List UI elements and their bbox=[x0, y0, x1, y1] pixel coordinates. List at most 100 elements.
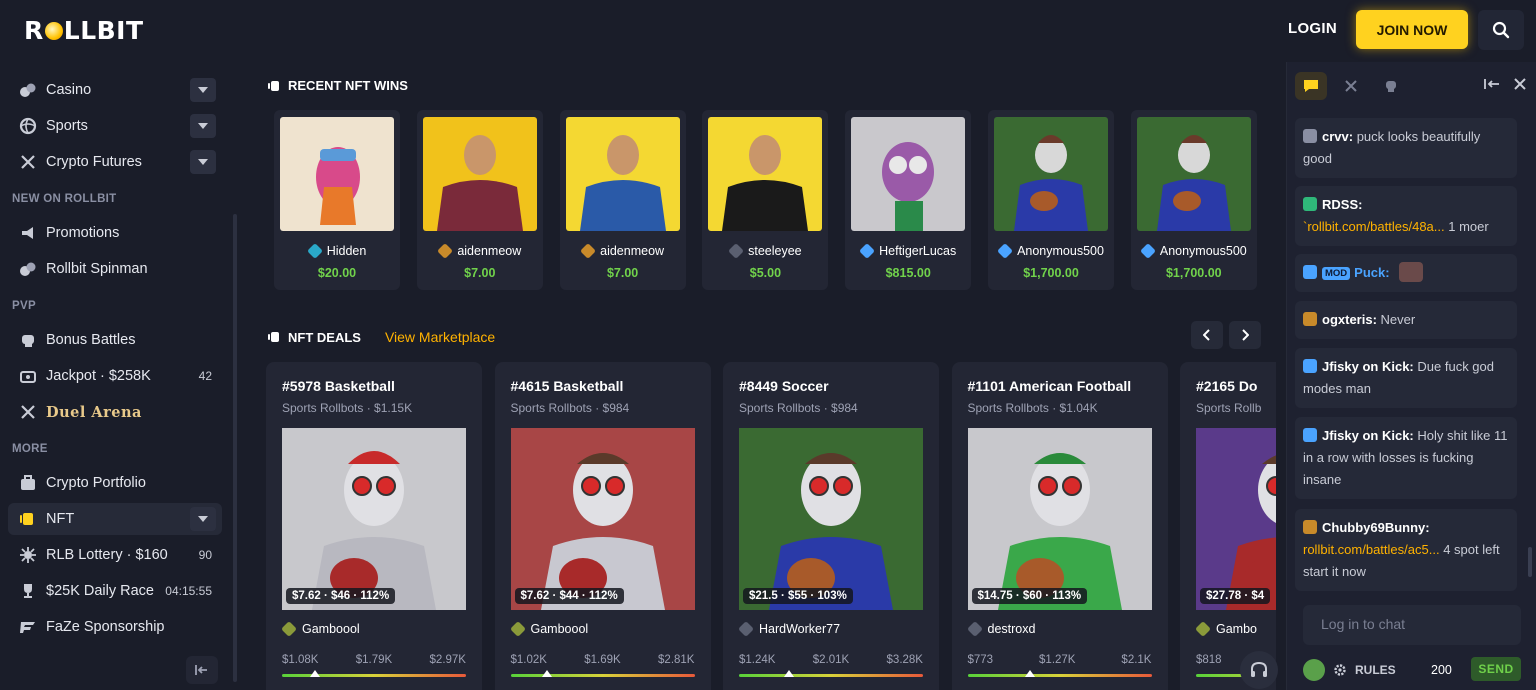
collapse-sidebar-button[interactable] bbox=[186, 656, 218, 684]
battles-tab[interactable] bbox=[1335, 72, 1367, 100]
deal-owner[interactable]: Gambo bbox=[1195, 621, 1257, 637]
close-icon[interactable] bbox=[1514, 78, 1526, 90]
price-range-bar bbox=[739, 674, 923, 677]
join-now-button[interactable]: JOIN NOW bbox=[1356, 10, 1468, 49]
nft-image: $14.75 · $60 · 113% bbox=[967, 428, 1152, 610]
deal-owner[interactable]: HardWorker77 bbox=[738, 621, 840, 637]
win-price: $815.00 bbox=[885, 266, 931, 280]
avatar bbox=[1303, 520, 1317, 534]
chevron-down-icon[interactable] bbox=[190, 78, 216, 102]
winner-username[interactable]: aidenmeow bbox=[417, 243, 543, 259]
deals-next-button[interactable] bbox=[1229, 321, 1261, 349]
sidebar-item-promotions[interactable]: Promotions bbox=[8, 217, 222, 249]
deal-stats-badge: $7.62 · $46 · 112% bbox=[286, 588, 396, 604]
rules-link[interactable]: RULES bbox=[1355, 663, 1396, 677]
deal-owner[interactable]: Gamboool bbox=[281, 621, 360, 637]
winner-username[interactable]: Hidden bbox=[274, 243, 400, 259]
chat-message: Jfisky on Kick: Holy shit like 11 in a r… bbox=[1295, 417, 1517, 499]
owner-username: Gamboool bbox=[530, 622, 589, 636]
nft-deal-card[interactable]: #8449 Soccer Sports Rollbots · $984 $21.… bbox=[723, 362, 939, 690]
chat-username[interactable]: Jfisky on Kick: bbox=[1322, 359, 1414, 374]
nft-image: $7.62 · $46 · 112% bbox=[282, 428, 466, 610]
sidebar-item-nft[interactable]: NFT bbox=[8, 503, 222, 535]
sidebar-item-sports[interactable]: Sports bbox=[8, 110, 222, 142]
win-price: $5.00 bbox=[749, 266, 782, 280]
gear-icon[interactable] bbox=[1333, 663, 1347, 677]
search-icon bbox=[1492, 21, 1510, 39]
chevron-down-icon[interactable] bbox=[190, 507, 216, 531]
sidebar-item-crypto-portfolio[interactable]: Crypto Portfolio bbox=[8, 467, 222, 499]
sidebar-item-crypto-futures[interactable]: Crypto Futures bbox=[8, 146, 222, 178]
nft-win-card[interactable]: steeleyee $5.00 bbox=[702, 110, 829, 290]
support-button[interactable] bbox=[1240, 651, 1278, 689]
chat-link[interactable]: `rollbit.com/battles/48a... bbox=[1303, 219, 1445, 234]
rollbit-logo[interactable]: R LLBIT bbox=[24, 16, 144, 45]
section-more: MORE bbox=[12, 443, 48, 455]
nft-win-card[interactable]: aidenmeow $7.00 bbox=[416, 110, 543, 290]
chat-username[interactable]: Puck: bbox=[1354, 265, 1389, 280]
winner-username[interactable]: aidenmeow bbox=[560, 243, 686, 259]
chat-input[interactable]: Log in to chat bbox=[1303, 605, 1521, 645]
sidebar-item-casino[interactable]: Casino bbox=[8, 74, 222, 106]
chat-link[interactable]: rollbit.com/battles/ac5... bbox=[1303, 542, 1440, 557]
chat-username[interactable]: ogxteris: bbox=[1322, 312, 1377, 327]
nft-win-card[interactable]: aidenmeow $7.00 bbox=[559, 110, 686, 290]
winner-username[interactable]: HeftigerLucas bbox=[845, 243, 971, 259]
chat-username[interactable]: RDSS: bbox=[1322, 197, 1362, 212]
search-button[interactable] bbox=[1478, 10, 1524, 50]
rank-badge-icon bbox=[859, 243, 876, 259]
ball-icon bbox=[18, 116, 38, 136]
nft-image bbox=[565, 117, 680, 231]
view-marketplace-link[interactable]: View Marketplace bbox=[385, 329, 495, 345]
chat-username[interactable]: Jfisky on Kick: bbox=[1322, 428, 1414, 443]
chevron-down-icon[interactable] bbox=[190, 150, 216, 174]
sidebar-item-label: $25K Daily Race bbox=[46, 583, 154, 599]
chat-username[interactable]: crvv: bbox=[1322, 129, 1353, 144]
nft-win-card[interactable]: Hidden $20.00 bbox=[274, 110, 400, 290]
nft-image: $21.5 · $55 · 103% bbox=[739, 428, 923, 610]
pepe-emoji-icon[interactable] bbox=[1303, 659, 1325, 681]
sidebar-item-bonus-battles[interactable]: Bonus Battles bbox=[8, 324, 222, 356]
chat-message: MOD Puck: bbox=[1295, 254, 1517, 292]
chevron-down-icon[interactable] bbox=[190, 114, 216, 138]
deals-prev-button[interactable] bbox=[1191, 321, 1223, 349]
price-low: $1.08K bbox=[282, 654, 319, 666]
username-text: Anonymous500 bbox=[1017, 244, 1104, 258]
send-button[interactable]: SEND bbox=[1471, 657, 1521, 681]
nft-deal-card[interactable]: #5978 Basketball Sports Rollbots · $1.15… bbox=[266, 362, 482, 690]
login-button[interactable]: LOGIN bbox=[1288, 20, 1337, 37]
winner-username[interactable]: steeleyee bbox=[702, 243, 828, 259]
collapse-left-icon[interactable] bbox=[1484, 78, 1500, 90]
sidebar-scrollbar[interactable] bbox=[233, 214, 237, 682]
deal-owner[interactable]: destroxd bbox=[966, 621, 1035, 637]
chat-scrollbar[interactable] bbox=[1528, 547, 1532, 577]
sidebar-item-jackpot[interactable]: Jackpot · $258K 42 bbox=[8, 360, 222, 392]
deal-owner[interactable]: Gamboool bbox=[509, 621, 589, 637]
nft-deal-card[interactable]: #4615 Basketball Sports Rollbots · $984 … bbox=[494, 362, 711, 690]
nft-deals-header: NFT DEALS View Marketplace bbox=[268, 329, 495, 345]
win-price: $7.00 bbox=[606, 266, 639, 280]
section-title: NFT DEALS bbox=[288, 329, 361, 345]
winner-username[interactable]: Anonymous500 bbox=[1131, 243, 1257, 259]
chat-tab[interactable] bbox=[1295, 72, 1327, 100]
winner-username[interactable]: Anonymous500 bbox=[988, 243, 1114, 259]
chat-username[interactable]: Chubby69Bunny: bbox=[1322, 520, 1430, 535]
sidebar-item-duel-arena[interactable]: Duel Arena bbox=[8, 396, 222, 428]
sidebar-item-rollbit-spinman[interactable]: Rollbit Spinman bbox=[8, 253, 222, 285]
nft-win-card[interactable]: Anonymous500 $1,700.00 bbox=[988, 110, 1114, 290]
nft-deal-card[interactable]: #1101 American Football Sports Rollbots … bbox=[951, 362, 1168, 690]
sidebar-item-label: Bonus Battles bbox=[46, 332, 136, 348]
nft-win-card[interactable]: Anonymous500 $1,700.00 bbox=[1130, 110, 1257, 290]
nft-image bbox=[994, 117, 1108, 231]
sidebar-item-daily-race[interactable]: $25K Daily Race 04:15:55 bbox=[8, 575, 222, 607]
owner-username: Gambo bbox=[1216, 622, 1257, 636]
chat-message: Jfisky on Kick: Due fuck god modes man bbox=[1295, 348, 1517, 408]
sidebar-item-rlb-lottery[interactable]: RLB Lottery · $160 90 bbox=[8, 539, 222, 571]
sidebar-item-label: Crypto Futures bbox=[46, 154, 142, 170]
avatar bbox=[1303, 265, 1317, 279]
nft-win-card[interactable]: HeftigerLucas $815.00 bbox=[845, 110, 972, 290]
nft-deal-card[interactable]: #2165 Do Sports Rollb $27.78 · $4 Gambo … bbox=[1180, 362, 1276, 690]
sidebar-item-faze-sponsorship[interactable]: FaZe Sponsorship bbox=[8, 611, 222, 643]
price-low: $1.02K bbox=[510, 654, 547, 666]
bonus-tab[interactable] bbox=[1375, 72, 1407, 100]
